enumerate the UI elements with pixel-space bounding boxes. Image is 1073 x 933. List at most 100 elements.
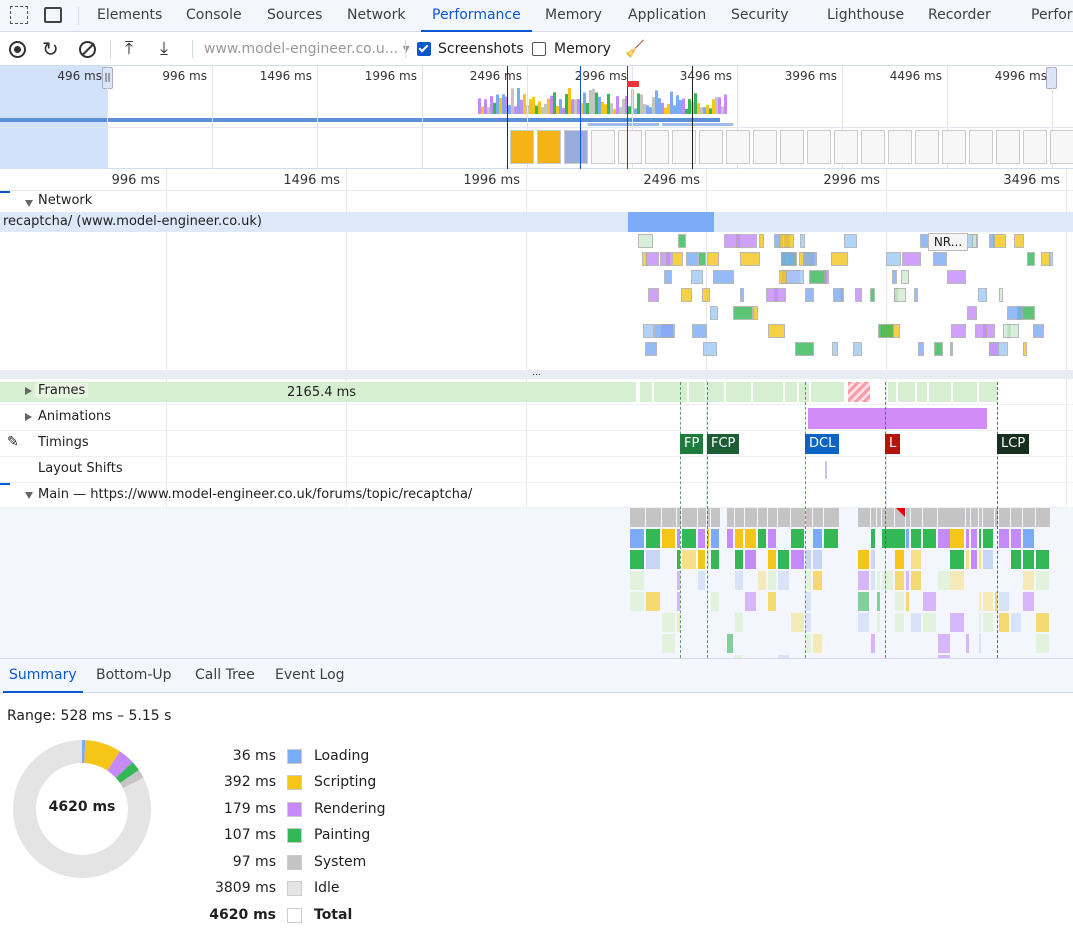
record-button[interactable] (9, 41, 26, 58)
network-request-bar[interactable] (843, 234, 857, 248)
frame-block[interactable] (928, 382, 951, 402)
frames-track[interactable]: Frames 2165.4 ms (0, 379, 1073, 405)
call-block[interactable] (735, 613, 743, 632)
collect-garbage-icon[interactable]: 🧹 (625, 32, 645, 66)
call-block[interactable] (791, 529, 804, 548)
tab-memory[interactable]: Memory (545, 0, 602, 32)
network-request-bar[interactable] (794, 342, 815, 356)
call-block[interactable] (661, 613, 675, 632)
call-block[interactable] (805, 571, 812, 590)
main-thread-track-header[interactable]: Main — https://www.model-engineer.co.uk/… (0, 483, 1073, 508)
task-block[interactable] (999, 508, 1011, 527)
screenshot-thumbnail[interactable] (699, 130, 723, 164)
network-request-bar[interactable] (917, 342, 924, 356)
task-block[interactable] (877, 508, 881, 527)
network-request-bar[interactable] (690, 270, 703, 284)
call-block[interactable] (999, 529, 1010, 548)
call-block[interactable] (971, 550, 978, 569)
call-block[interactable] (910, 550, 922, 569)
call-block[interactable] (870, 529, 876, 548)
network-request-bar[interactable] (1049, 252, 1054, 266)
download-icon[interactable]: ⤓ (160, 32, 168, 66)
call-block[interactable] (895, 550, 904, 569)
network-request-bar[interactable] (664, 270, 673, 284)
call-block[interactable] (778, 550, 790, 569)
tab-security[interactable]: Security (731, 0, 789, 32)
task-block[interactable] (681, 508, 697, 527)
task-block[interactable] (966, 508, 971, 527)
screenshot-thumbnail[interactable] (618, 130, 642, 164)
call-block[interactable] (923, 592, 937, 611)
network-request-bar[interactable] (783, 270, 805, 284)
network-request-bar[interactable] (766, 288, 786, 302)
network-request-bar[interactable] (869, 288, 875, 302)
device-toolbar-icon[interactable] (44, 7, 62, 23)
call-block[interactable] (895, 613, 904, 632)
screenshot-thumbnail[interactable] (915, 130, 939, 164)
network-request-bar[interactable] (993, 234, 1007, 248)
call-block[interactable] (938, 571, 951, 590)
network-request-bar[interactable] (799, 234, 806, 248)
call-block[interactable] (858, 571, 869, 590)
screenshot-thumbnail[interactable] (510, 130, 534, 164)
task-block[interactable] (971, 508, 979, 527)
screenshots-checkbox[interactable] (417, 42, 431, 56)
call-block[interactable] (681, 529, 696, 548)
network-waterfall[interactable] (0, 232, 1073, 370)
network-request-bar[interactable] (900, 270, 910, 284)
screenshot-thumbnail[interactable] (1023, 130, 1047, 164)
task-block[interactable] (630, 508, 645, 527)
network-request-bar[interactable] (680, 288, 692, 302)
screenshot-thumbnail[interactable] (996, 130, 1020, 164)
reload-record-icon[interactable]: ↻ (42, 32, 59, 66)
edit-pencil-icon[interactable]: ✎ (7, 434, 19, 450)
call-block[interactable] (858, 592, 869, 611)
network-request-bar[interactable] (988, 342, 1000, 356)
tab-bottom-up[interactable]: Bottom-Up (96, 659, 172, 693)
call-block[interactable] (735, 571, 743, 590)
call-block[interactable] (858, 550, 869, 569)
call-block[interactable] (950, 613, 965, 632)
network-request-bar[interactable] (946, 270, 967, 284)
call-block[interactable] (979, 550, 982, 569)
call-block[interactable] (895, 592, 904, 611)
network-request-bar[interactable] (732, 306, 753, 320)
call-block[interactable] (805, 592, 812, 611)
call-block[interactable] (813, 571, 822, 590)
call-block[interactable] (1022, 529, 1034, 548)
call-block[interactable] (823, 529, 839, 548)
call-block[interactable] (1011, 613, 1021, 632)
frame-block[interactable] (811, 382, 845, 402)
task-block[interactable] (778, 508, 791, 527)
tab-sources[interactable]: Sources (267, 0, 322, 32)
call-block[interactable] (791, 613, 804, 632)
call-block[interactable] (905, 592, 909, 611)
call-block[interactable] (813, 634, 822, 653)
task-block[interactable] (813, 508, 823, 527)
screenshot-thumbnail[interactable] (537, 130, 561, 164)
network-request-bar[interactable] (778, 234, 795, 248)
call-block[interactable] (757, 529, 767, 548)
call-block[interactable] (735, 550, 743, 569)
frame-block[interactable] (706, 382, 725, 402)
tab-lighthouse[interactable]: Lighthouse (827, 0, 904, 32)
call-block[interactable] (1022, 592, 1034, 611)
task-block[interactable] (757, 508, 768, 527)
network-request-bar[interactable] (978, 288, 987, 302)
task-block[interactable] (923, 508, 938, 527)
frame-block[interactable] (726, 382, 751, 402)
network-request-bar[interactable] (852, 342, 863, 356)
network-request-bar[interactable] (671, 252, 684, 266)
network-request-bar[interactable] (804, 288, 814, 302)
network-request-bar[interactable] (951, 324, 967, 338)
network-request-bar[interactable] (1003, 324, 1019, 338)
call-block[interactable] (971, 529, 978, 548)
screenshot-thumbnail[interactable] (564, 130, 588, 164)
call-block[interactable] (645, 592, 660, 611)
tab-summary[interactable]: Summary (3, 659, 83, 693)
memory-checkbox[interactable] (532, 42, 546, 56)
call-block[interactable] (735, 529, 743, 548)
task-block[interactable] (858, 508, 870, 527)
call-block[interactable] (923, 529, 937, 548)
network-request-bar[interactable] (998, 288, 1004, 302)
